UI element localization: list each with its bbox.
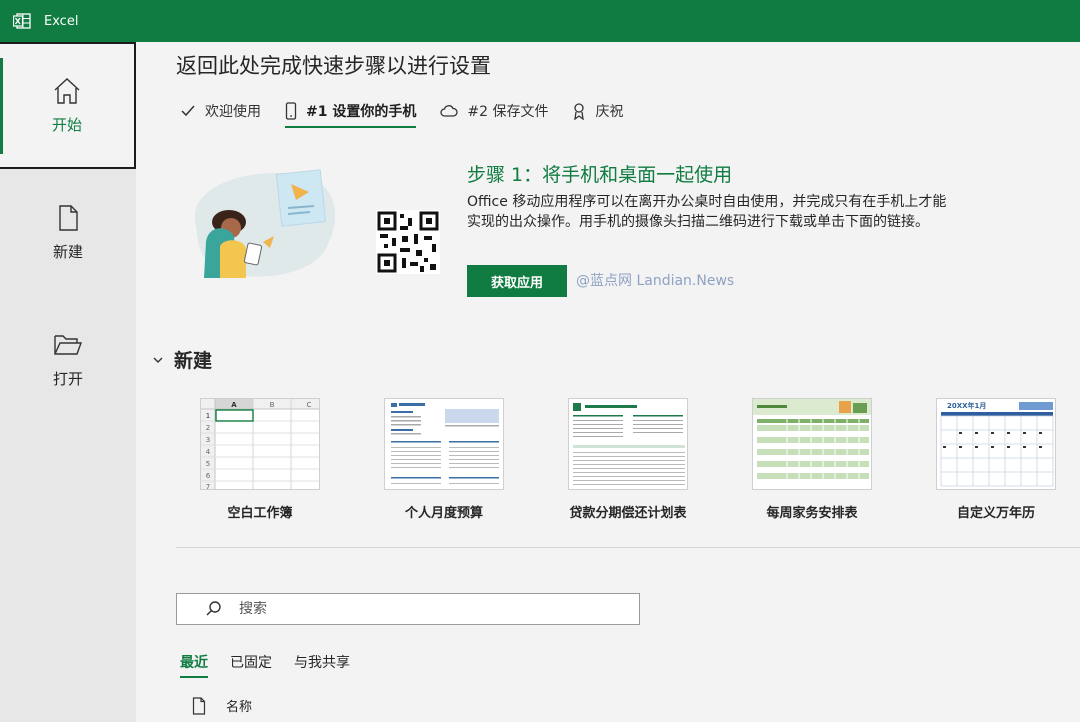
template-label: 自定义万年历 [956,506,1035,521]
template-gallery: A B C 1 2 3 4 5 6 7 空白工作簿 个人月度预算 贷款分期偿还计… [176,398,1080,528]
sidebar-item-label: 新建 [52,243,83,261]
template-label: 贷款分期偿还计划表 [569,506,687,521]
file-icon [192,696,206,715]
template-custom-calendar[interactable]: 20XX年1月 自定义万年历 [916,398,1076,521]
sidebar-item-label: 开始 [51,116,82,134]
column-header: C [307,401,312,409]
row-header: 2 [206,424,210,432]
tab-shared-with-me[interactable]: 与我共享 [294,652,350,678]
row-header: 4 [206,448,211,456]
open-folder-icon [54,335,82,355]
step-label: #1 设置你的手机 [306,104,417,120]
page-title: 返回此处完成快速步骤以进行设置 [176,54,491,78]
get-app-button[interactable]: 获取应用 [467,265,567,297]
search-input[interactable] [239,601,619,617]
row-header: 1 [206,412,210,420]
title-bar: Excel [0,0,1080,42]
new-document-icon [59,205,78,231]
template-monthly-budget[interactable]: 个人月度预算 [364,398,524,521]
row-header: 3 [206,436,210,444]
setup-steps: 欢迎使用 #1 设置你的手机 #2 保存文件 庆祝 [180,98,647,128]
column-header: B [270,401,275,409]
custom-calendar-thumbnail: 20XX年1月 [936,398,1056,490]
tab-pinned[interactable]: 已固定 [230,652,272,678]
column-header: A [231,401,237,409]
monthly-budget-thumbnail [384,398,504,490]
step-label: #2 保存文件 [467,104,549,120]
template-label: 个人月度预算 [404,506,483,521]
tab-recent[interactable]: 最近 [180,652,208,678]
template-blank-workbook[interactable]: A B C 1 2 3 4 5 6 7 空白工作簿 [180,398,340,521]
row-header: 6 [206,472,211,480]
main-content: 返回此处完成快速步骤以进行设置 欢迎使用 #1 设置你的手机 #2 保存文件 庆… [136,42,1080,722]
new-section-toggle[interactable]: 新建 [152,346,212,373]
file-list-header: 名称 [192,696,252,715]
backstage-sidebar: 开始 新建 打开 [0,42,136,722]
home-icon [54,78,80,104]
step-welcome[interactable]: 欢迎使用 [180,98,261,124]
template-weekly-chores[interactable]: 每周家务安排表 [732,398,892,521]
cloud-icon [440,105,459,117]
step-celebrate[interactable]: 庆祝 [572,98,623,124]
search-box[interactable] [176,593,640,625]
template-loan-amortization[interactable]: 贷款分期偿还计划表 [548,398,708,521]
blank-workbook-thumbnail: A B C 1 2 3 4 5 6 7 [200,398,320,490]
excel-logo-icon [12,13,31,29]
sticky-note-illustration [275,169,327,227]
column-name-header[interactable]: 名称 [226,696,252,715]
step-description: Office 移动应用程序可以在离开办公桌时自由使用，并完成只有在手机上才能实现… [467,194,947,230]
chevron-down-icon [153,357,163,363]
step-setup-phone[interactable]: #1 设置你的手机 [285,98,417,128]
loan-amortization-thumbnail [568,398,688,490]
celebrate-icon [574,103,585,120]
sidebar-item-open[interactable]: 打开 [0,296,136,423]
setup-illustration [176,166,446,284]
step-label: 欢迎使用 [205,104,261,120]
app-name: Excel [44,13,79,29]
sidebar-item-new[interactable]: 新建 [0,169,136,296]
sidebar-item-home[interactable]: 开始 [0,42,136,169]
search-icon [206,601,221,616]
active-indicator [0,58,3,154]
calendar-title: 20XX年1月 [947,401,986,410]
file-tabs: 最近 已固定 与我共享 [180,652,372,678]
step-save-file[interactable]: #2 保存文件 [440,98,548,124]
row-header: 7 [206,483,210,490]
phone-icon [285,102,297,120]
row-header: 5 [206,460,210,468]
qr-code [376,210,440,274]
check-icon [181,105,195,117]
step-heading: 步骤 1：将手机和桌面一起使用 [467,164,733,186]
section-divider [176,547,1080,548]
watermark: @蓝点网 Landian.News [576,273,735,289]
template-label: 空白工作簿 [227,506,293,521]
weekly-chores-thumbnail [752,398,872,490]
step-label: 庆祝 [595,104,624,120]
sidebar-item-label: 打开 [52,370,83,388]
template-label: 每周家务安排表 [766,506,858,521]
new-section-label: 新建 [174,350,213,372]
